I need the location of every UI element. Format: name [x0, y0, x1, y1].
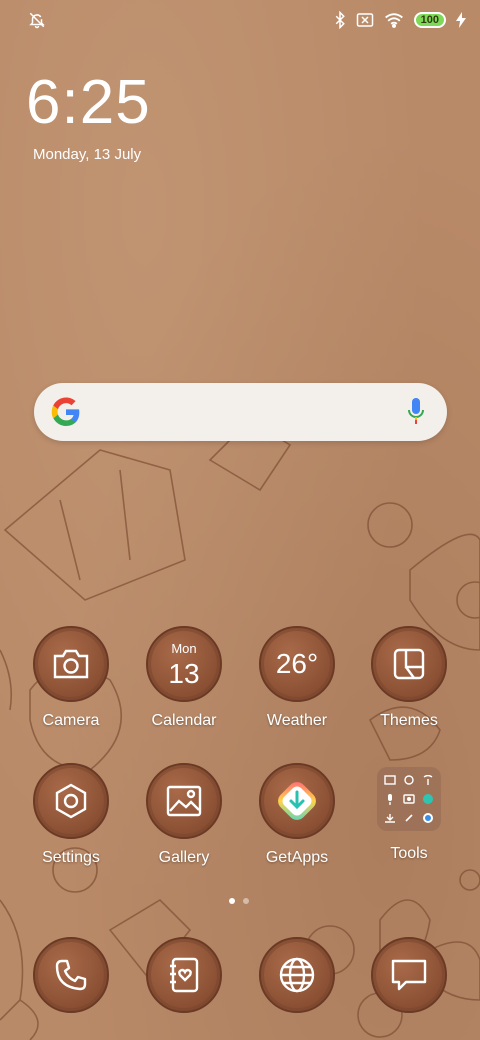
dock-contacts[interactable] — [129, 937, 239, 1013]
weather-temperature: 26° — [275, 648, 319, 679]
app-label: Themes — [380, 712, 438, 729]
gallery-icon — [166, 785, 202, 817]
google-logo-icon — [51, 397, 80, 426]
charging-icon — [456, 12, 466, 28]
notifications-off-icon — [29, 12, 45, 29]
app-weather[interactable]: 26° Weather — [242, 626, 352, 730]
app-mini-icon — [403, 794, 415, 804]
app-label: GetApps — [265, 849, 329, 866]
phone-icon — [55, 959, 87, 991]
app-settings[interactable]: Settings — [16, 763, 126, 867]
themes-icon — [393, 648, 425, 680]
app-mini-icon — [387, 793, 392, 805]
wifi-icon — [384, 13, 403, 28]
app-mini-icon — [404, 774, 414, 785]
app-calendar[interactable]: Mon 13 Calendar — [129, 626, 239, 730]
weather-icon: 26° — [259, 626, 335, 702]
app-mini-icon — [423, 793, 434, 804]
dock-browser[interactable] — [242, 937, 352, 1013]
camera-icon — [53, 649, 89, 679]
dock-phone[interactable] — [16, 937, 126, 1013]
contacts-icon — [170, 957, 199, 993]
app-label: Gallery — [158, 849, 210, 866]
app-label: Tools — [390, 845, 428, 862]
tools-folder-icon — [377, 767, 441, 831]
page-dot-active — [229, 898, 235, 904]
app-mini-icon — [405, 814, 413, 822]
app-themes[interactable]: Themes — [354, 626, 464, 730]
app-camera[interactable]: Camera — [16, 626, 126, 730]
app-label: Weather — [266, 712, 328, 729]
page-dot — [243, 898, 249, 904]
battery-icon: 100 — [413, 12, 446, 28]
app-getapps[interactable]: GetApps — [242, 763, 352, 867]
app-label: Camera — [42, 712, 100, 729]
app-mini-icon — [383, 774, 396, 785]
settings-icon — [55, 783, 87, 819]
calendar-day: 13 — [168, 658, 200, 689]
app-label: Calendar — [151, 712, 217, 729]
messages-icon — [391, 959, 427, 991]
clock-time[interactable]: 6:25 — [26, 70, 151, 136]
app-mini-icon — [423, 774, 433, 785]
status-bar: 100 — [0, 0, 480, 44]
voice-search-icon[interactable] — [407, 397, 425, 427]
calendar-icon: Mon 13 — [146, 626, 222, 702]
folder-tools[interactable]: Tools — [354, 763, 464, 863]
app-mini-icon — [423, 813, 434, 824]
app-gallery[interactable]: Gallery — [129, 763, 239, 867]
page-indicator — [229, 898, 249, 904]
clock-date[interactable]: Monday, 13 July — [33, 146, 141, 163]
app-mini-icon — [384, 814, 395, 824]
dock-messages[interactable] — [354, 937, 464, 1013]
getapps-icon — [278, 782, 316, 820]
google-search-bar[interactable] — [34, 383, 447, 441]
bluetooth-icon — [335, 11, 345, 29]
no-sim-icon — [356, 13, 373, 27]
app-label: Settings — [42, 849, 100, 866]
calendar-month: Mon — [171, 641, 197, 656]
browser-icon — [279, 957, 315, 993]
